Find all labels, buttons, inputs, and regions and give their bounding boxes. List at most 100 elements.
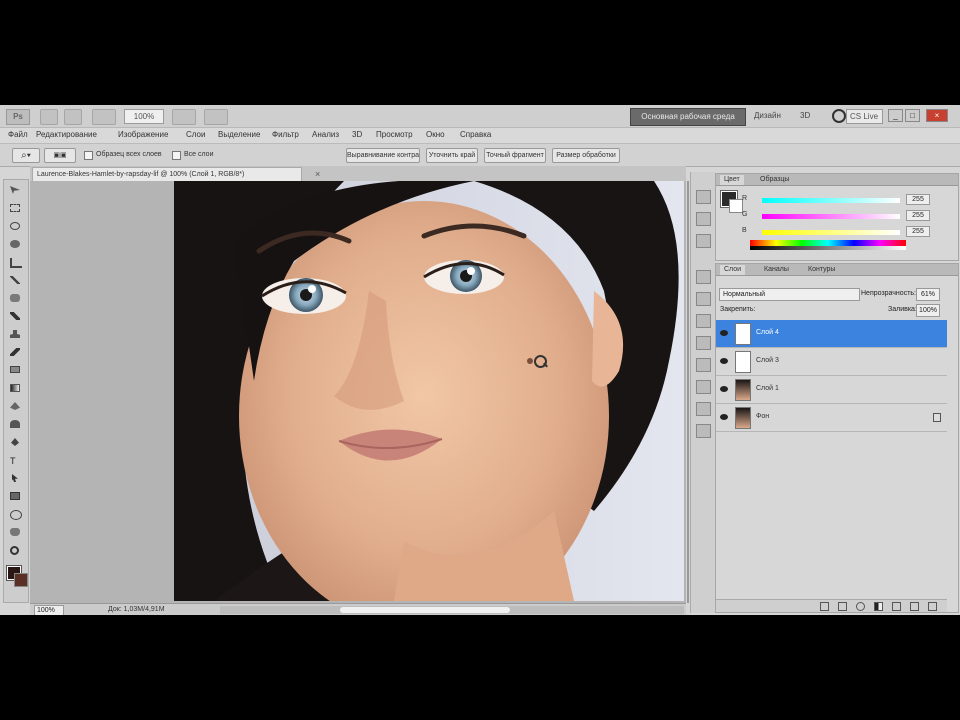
layer-name[interactable]: Слой 4 — [756, 329, 779, 336]
clone-source-panel-icon[interactable] — [696, 336, 711, 350]
actions-panel-icon[interactable] — [696, 212, 711, 226]
crop-tool-icon[interactable] — [10, 258, 22, 268]
marquee-tool-icon[interactable] — [10, 204, 22, 214]
new-layer-icon[interactable] — [910, 602, 919, 611]
green-value[interactable]: 255 — [906, 210, 930, 221]
paragraph-panel-icon[interactable] — [696, 380, 711, 394]
menu-layer[interactable]: Слои — [186, 130, 205, 139]
portrait-photo[interactable] — [174, 181, 684, 601]
masks-panel-icon[interactable] — [696, 292, 711, 306]
move-tool-icon[interactable] — [10, 186, 22, 196]
layer-row-4[interactable]: Слой 4 — [716, 320, 947, 348]
bridge-button[interactable] — [40, 109, 58, 125]
hand-tool-icon[interactable] — [10, 528, 22, 538]
adjustments-panel-icon[interactable] — [696, 270, 711, 284]
layer-name[interactable]: Слой 1 — [756, 385, 779, 392]
refine-edge-button[interactable]: Уточнить край — [426, 148, 478, 163]
workspace-3d[interactable]: 3D — [800, 111, 810, 120]
add-mask-icon[interactable] — [856, 602, 865, 611]
selection-mode-buttons[interactable]: ▣▣ — [44, 148, 76, 163]
layer-row-background[interactable]: Фон — [716, 404, 947, 432]
color-spectrum-ramp[interactable] — [750, 240, 906, 250]
opacity-field[interactable]: 61% — [916, 288, 940, 301]
red-slider[interactable]: R 255 — [742, 194, 956, 205]
mini-bridge-button[interactable] — [64, 109, 82, 125]
menu-window[interactable]: Окно — [426, 130, 445, 139]
history-brush-tool-icon[interactable] — [10, 348, 22, 358]
red-value[interactable]: 255 — [906, 194, 930, 205]
visibility-eye-icon[interactable] — [720, 386, 728, 392]
menu-analysis[interactable]: Анализ — [312, 130, 339, 139]
blur-tool-icon[interactable] — [10, 402, 22, 412]
lasso-tool-icon[interactable] — [10, 222, 22, 232]
tab-channels[interactable]: Каналы — [760, 265, 793, 275]
background-color-swatch[interactable] — [14, 573, 28, 587]
fill-field[interactable]: 100% — [916, 304, 940, 317]
arrange-documents-button[interactable] — [172, 109, 196, 125]
visibility-eye-icon[interactable] — [720, 358, 728, 364]
pen-tool-icon[interactable] — [10, 438, 22, 448]
quick-selection-tool-icon[interactable] — [10, 240, 22, 250]
layer-style-icon[interactable] — [838, 602, 847, 611]
panel-background-swatch[interactable] — [729, 199, 743, 213]
maximize-icon[interactable]: □ — [905, 109, 920, 122]
character-panel-icon[interactable] — [696, 358, 711, 372]
adjustment-layer-icon[interactable] — [874, 602, 883, 611]
3d-rotate-tool-icon[interactable] — [10, 510, 22, 520]
horizontal-scrollbar[interactable] — [220, 606, 684, 614]
blue-value[interactable]: 255 — [906, 226, 930, 237]
channels-panel-icon[interactable] — [696, 424, 711, 438]
quick-selection-tool-preset[interactable]: ⌕▾ — [12, 148, 40, 163]
menu-select[interactable]: Выделение — [218, 130, 260, 139]
delete-layer-icon[interactable] — [928, 602, 937, 611]
brush-panel-icon[interactable] — [696, 314, 711, 328]
status-zoom-field[interactable]: 100% — [34, 605, 64, 615]
layer-row-3[interactable]: Слой 3 — [716, 348, 947, 376]
layer-name[interactable]: Фон — [756, 413, 769, 420]
brush-tool-icon[interactable] — [10, 312, 22, 322]
workspace-design[interactable]: Дизайн — [754, 111, 781, 120]
menu-image[interactable]: Изображение — [118, 130, 168, 139]
vertical-scrollbar[interactable] — [687, 181, 689, 603]
precise-fragment-button[interactable]: Точный фрагмент — [484, 148, 546, 163]
dodge-tool-icon[interactable] — [10, 420, 22, 430]
tab-color[interactable]: Цвет — [720, 175, 744, 185]
history-panel-icon[interactable] — [696, 190, 711, 204]
shape-tool-icon[interactable] — [10, 492, 22, 502]
visibility-eye-icon[interactable] — [720, 414, 728, 420]
screen-mode-button[interactable] — [204, 109, 228, 125]
gradient-tool-icon[interactable] — [10, 384, 22, 394]
eraser-tool-icon[interactable] — [10, 366, 22, 376]
menu-view[interactable]: Просмотр — [376, 130, 413, 139]
document-size-info[interactable]: Док: 1,03М/4,91М — [108, 606, 165, 613]
3d-panel-icon[interactable] — [696, 402, 711, 416]
menu-3d[interactable]: 3D — [352, 130, 362, 139]
document-tab[interactable]: Laurence-Blakes-Hamlet-by-rapsday-lif @ … — [32, 167, 302, 182]
healing-brush-tool-icon[interactable] — [10, 294, 22, 304]
cs-live-icon[interactable] — [832, 109, 846, 123]
horizontal-scroll-thumb[interactable] — [340, 607, 510, 613]
processing-size-button[interactable]: Размер обработки — [552, 148, 620, 163]
all-layers-checkbox[interactable] — [172, 151, 181, 160]
new-group-icon[interactable] — [892, 602, 901, 611]
menu-file[interactable]: Файл — [8, 130, 28, 139]
tab-paths[interactable]: Контуры — [804, 265, 839, 275]
eyedropper-tool-icon[interactable] — [10, 276, 22, 286]
visibility-eye-icon[interactable] — [720, 330, 728, 336]
view-extras-button[interactable] — [92, 109, 116, 125]
blend-mode-select[interactable]: Нормальный — [719, 288, 860, 301]
cs-live-button[interactable]: CS Live — [846, 109, 883, 124]
close-icon[interactable]: × — [926, 109, 948, 122]
menu-help[interactable]: Справка — [460, 130, 491, 139]
type-tool-icon[interactable]: T — [10, 456, 22, 466]
link-layers-icon[interactable] — [820, 602, 829, 611]
menu-filter[interactable]: Фильтр — [272, 130, 299, 139]
app-logo[interactable]: Ps — [6, 109, 30, 125]
minimize-icon[interactable]: _ — [888, 109, 903, 122]
sample-all-layers-checkbox[interactable] — [84, 151, 93, 160]
workspace-switcher[interactable]: Основная рабочая среда — [630, 108, 746, 126]
zoom-tool-icon[interactable] — [10, 546, 22, 556]
layer-row-1[interactable]: Слой 1 — [716, 376, 947, 404]
clone-stamp-tool-icon[interactable] — [10, 330, 22, 340]
blue-slider[interactable]: B 255 — [742, 226, 956, 237]
